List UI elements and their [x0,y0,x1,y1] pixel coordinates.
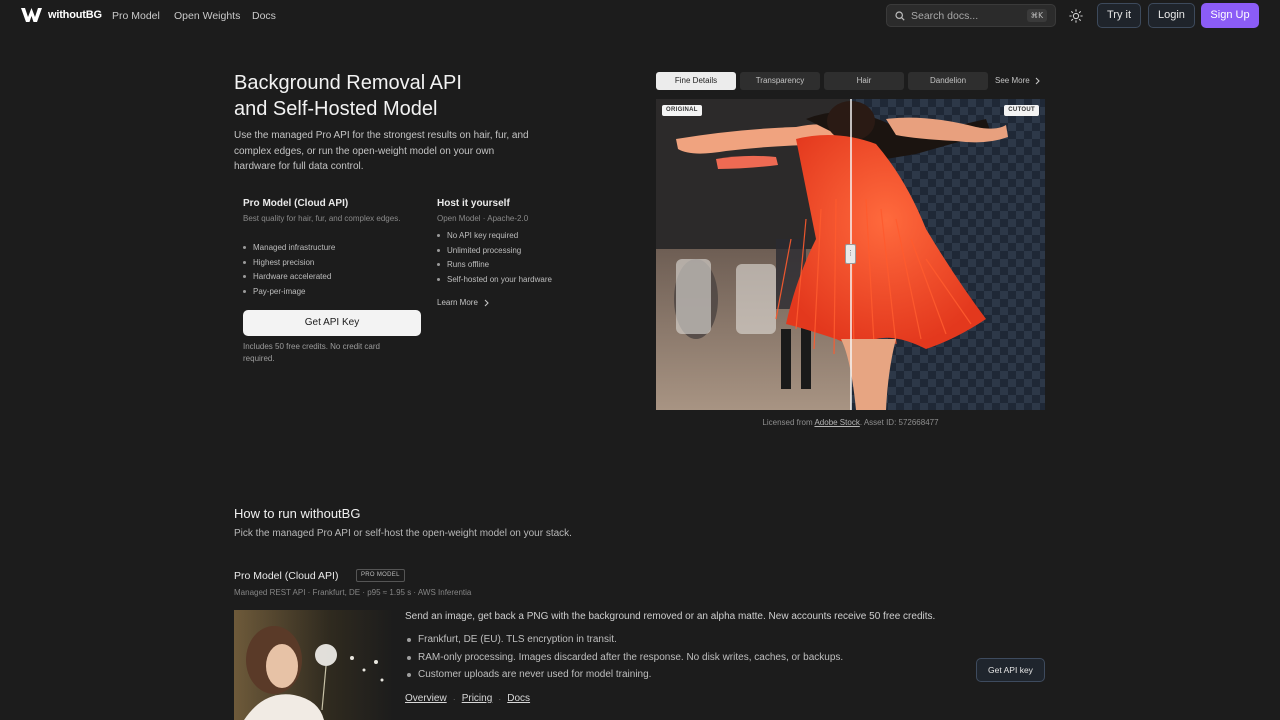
nav-link-open-weights[interactable]: Open Weights [174,10,240,22]
hero-subtitle: Use the managed Pro API for the stronges… [234,130,529,172]
pro-section-title: Pro Model (Cloud API) [234,570,339,582]
pro-description: Send an image, get back a PNG with the b… [405,611,936,622]
pro-model-heading: Pro Model (Cloud API) [243,198,349,209]
tab-transparency[interactable]: Transparency [740,72,820,90]
list-item: Managed infrastructure [243,243,335,258]
get-api-key-button[interactable]: Get API Key [243,310,421,336]
link-separator: · [452,693,456,704]
list-item: Customer uploads are never used for mode… [405,669,843,687]
hero-title-line-1: Background Removal API [234,72,462,94]
dandelion-thumbnail [234,610,394,720]
nav-link-docs[interactable]: Docs [252,10,276,22]
chevron-right-icon [1035,77,1040,84]
search-placeholder: Search docs... [911,9,979,22]
sign-up-button[interactable]: Sign Up [1201,3,1259,28]
cutout-label: CUTOUT [1004,105,1039,116]
learn-more-label: Learn More [437,298,478,307]
overview-link[interactable]: Overview [405,693,447,704]
how-to-subtitle: Pick the managed Pro API or self-host th… [234,528,572,539]
chevron-right-icon [484,299,489,306]
list-item: Highest precision [243,258,335,273]
list-item: Hardware accelerated [243,272,335,287]
tab-dandelion[interactable]: Dandelion [908,72,988,90]
hero-title: Background Removal API and Self-Hosted M… [234,70,462,122]
pro-meta: Managed REST API · Frankfurt, DE · p95 ≈… [234,588,472,597]
slider-handle[interactable]: ⋮ [845,244,856,264]
pro-model-sub: Best quality for hair, fur, and complex … [243,214,401,223]
comparison-viewer[interactable]: ORIGINAL CUTOUT ⋮ [656,99,1045,410]
logo-icon [21,8,42,22]
host-heading: Host it yourself [437,198,510,209]
tab-hair[interactable]: Hair [824,72,904,90]
list-item: Self-hosted on your hardware [437,275,552,290]
search-icon [895,10,905,21]
pricing-link[interactable]: Pricing [462,693,493,704]
nav-link-pro-model[interactable]: Pro Model [112,10,160,22]
original-label: ORIGINAL [662,105,702,116]
credit-asset-id: . Asset ID: 572668477 [859,418,939,427]
see-more-label: See More [995,76,1030,85]
pro-model-badge: PRO MODEL [356,569,405,582]
get-api-key-secondary-button[interactable]: Get API key [976,658,1045,682]
login-button[interactable]: Login [1148,3,1195,28]
list-item: RAM-only processing. Images discarded af… [405,652,843,670]
pro-links: Overview · Pricing · Docs [405,693,530,704]
link-separator: · [498,693,502,704]
host-features: No API key required Unlimited processing… [437,231,552,289]
free-credits-note: Includes 50 free credits. No credit card… [243,342,380,363]
pro-details-list: Frankfurt, DE (EU). TLS encryption in tr… [405,634,843,687]
top-nav: withoutBG Pro Model Open Weights Docs Se… [0,0,1280,32]
brand-name: withoutBG [48,9,102,21]
list-item: Frankfurt, DE (EU). TLS encryption in tr… [405,634,843,652]
how-to-title: How to run withoutBG [234,506,361,521]
credit-prefix: Licensed from [762,418,813,427]
search-shortcut: ⌘K [1026,9,1047,22]
list-item: No API key required [437,231,552,246]
image-credit: Licensed from Adobe Stock. Asset ID: 572… [656,418,1045,427]
list-item: Unlimited processing [437,246,552,261]
docs-link[interactable]: Docs [507,693,530,704]
search-input[interactable]: Search docs... ⌘K [886,4,1056,27]
host-sub: Open Model · Apache-2.0 [437,214,529,223]
example-tabs: Fine Details Transparency Hair Dandelion [656,72,988,90]
dandelion-photo [234,610,394,720]
adobe-stock-link[interactable]: Adobe Stock [814,418,859,427]
hero-title-line-2: and Self-Hosted Model [234,98,438,120]
tab-fine-details[interactable]: Fine Details [656,72,736,90]
list-item: Pay-per-image [243,287,335,302]
see-more-link[interactable]: See More [995,76,1040,85]
grip-icon: ⋮ [847,250,854,257]
list-item: Runs offline [437,260,552,275]
brand-logo[interactable]: withoutBG [21,8,102,22]
pro-model-features: Managed infrastructure Highest precision… [243,243,335,301]
try-it-button[interactable]: Try it [1097,3,1142,28]
learn-more-link[interactable]: Learn More [437,298,489,307]
sun-icon[interactable] [1069,9,1083,23]
